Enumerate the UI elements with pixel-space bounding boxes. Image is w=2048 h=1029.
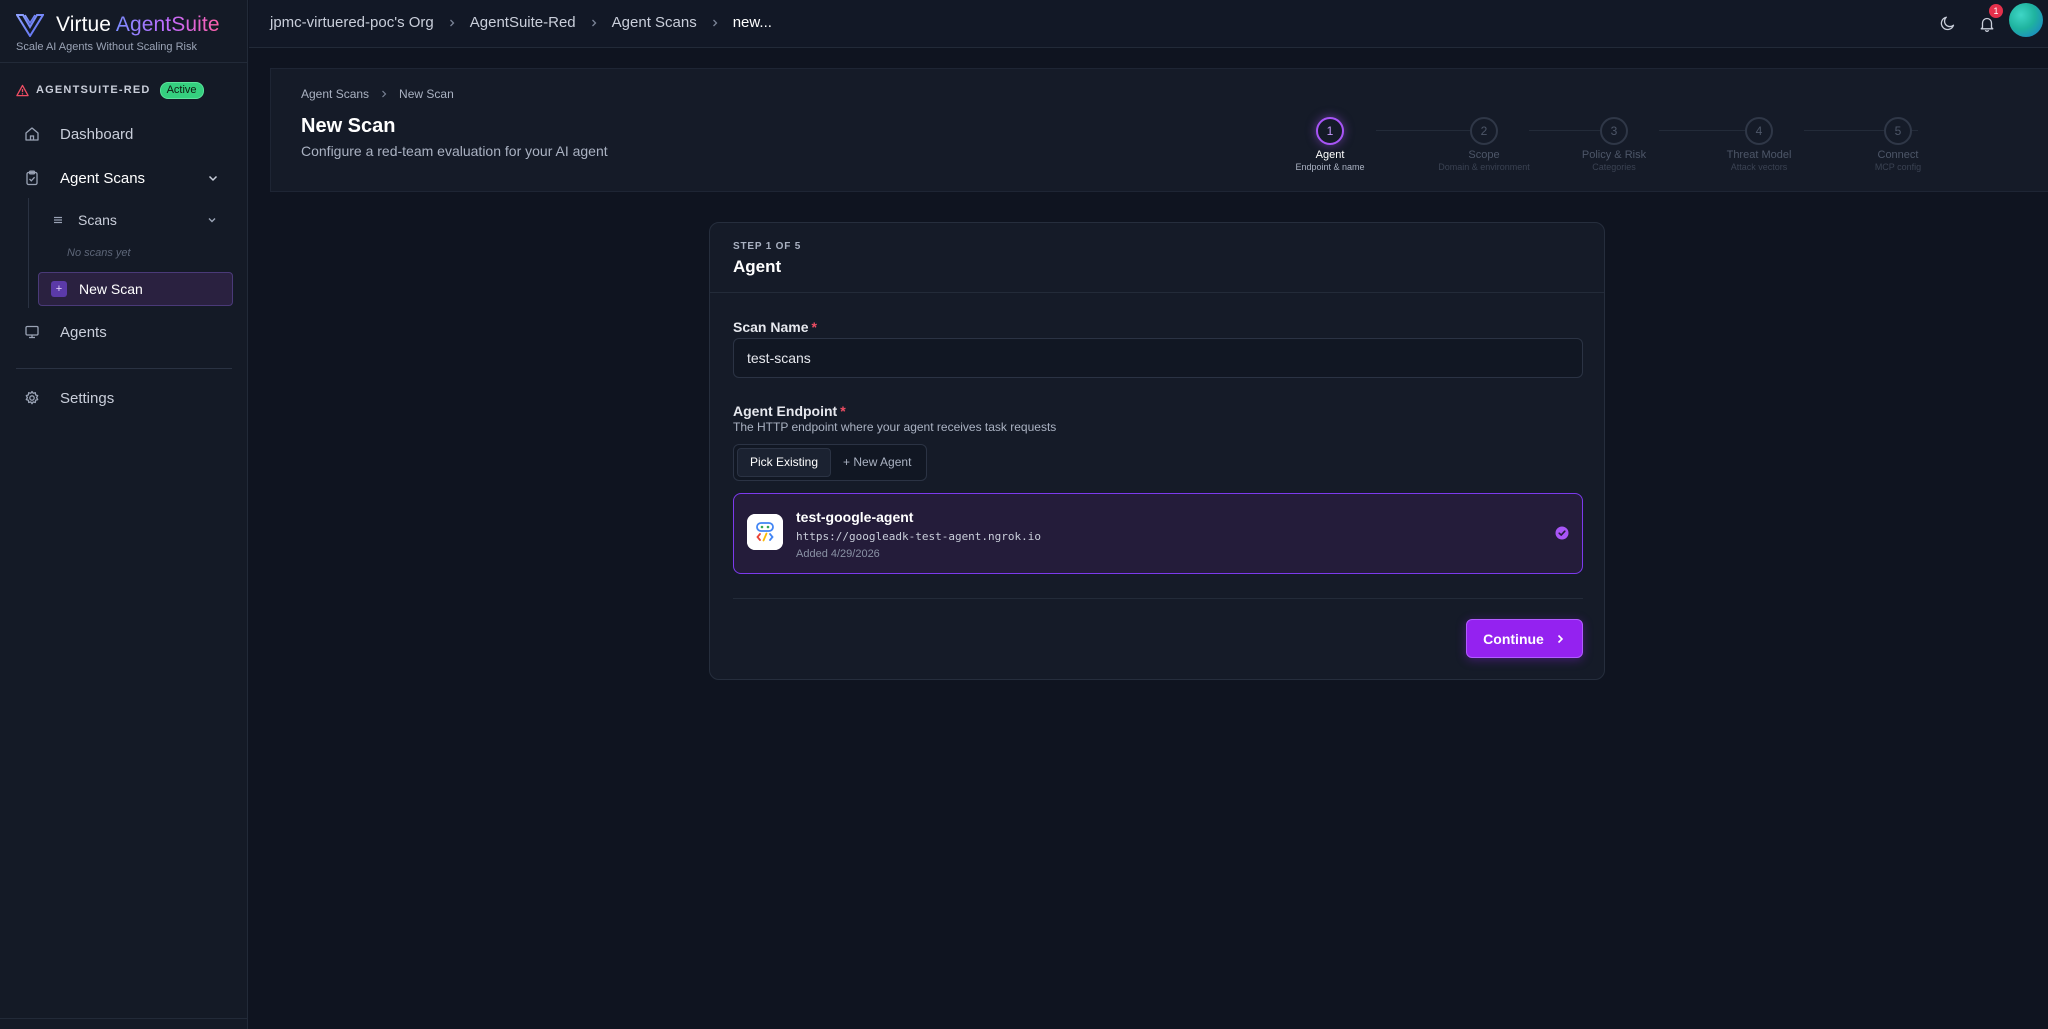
brand-name: Virtue AgentSuite [56, 13, 220, 37]
sidebar-item-label: Scans [78, 212, 117, 228]
step-label: Agent [1315, 149, 1345, 161]
sidebar-item-label: Agents [60, 323, 107, 341]
avatar[interactable] [2009, 3, 2043, 37]
step-counter: STEP 1 OF 5 [733, 241, 802, 252]
step-number: 5 [1884, 117, 1912, 145]
step-desc: Categories [1592, 162, 1636, 172]
chevron-right-icon [712, 19, 718, 26]
top-bar: jpmc-virtuered-poc's Org AgentSuite-Red … [249, 0, 2048, 48]
agent-step-card: STEP 1 OF 5 Agent Scan Name* Agent Endpo… [709, 222, 1605, 680]
scan-name-label: Scan Name * [733, 319, 817, 335]
workspace-name: AGENTSUITE-RED [36, 84, 151, 96]
plus-icon: + [51, 281, 67, 297]
home-icon [25, 127, 39, 141]
card-title: Agent [733, 257, 782, 276]
sidebar-item-label: Agent Scans [60, 169, 146, 187]
brand-tagline: Scale AI Agents Without Scaling Risk [16, 41, 197, 53]
step-number: 3 [1600, 117, 1628, 145]
page-header: Agent Scans New Scan New Scan Configure … [270, 68, 2048, 192]
gear-icon [25, 390, 39, 405]
chevron-right-icon [591, 19, 597, 26]
moon-icon[interactable] [1939, 14, 1957, 32]
sidebar-item-agents[interactable]: Agents [16, 315, 232, 349]
brand[interactable]: Virtue AgentSuite [16, 7, 220, 43]
sidebar-item-label: New Scan [79, 281, 143, 297]
scan-name-input[interactable] [733, 338, 1583, 378]
virtue-logo-icon [16, 14, 44, 37]
monitor-icon [25, 325, 39, 339]
sidebar-item-settings[interactable]: Settings [16, 381, 232, 415]
step-number: 4 [1745, 117, 1773, 145]
step-label: Threat Model [1726, 149, 1792, 161]
divider [0, 62, 248, 63]
card-header: STEP 1 OF 5 Agent [710, 223, 1604, 293]
sidebar-item-agent-scans[interactable]: Agent Scans [16, 161, 232, 195]
step-agent[interactable]: 1 Agent Endpoint & name [1270, 117, 1390, 172]
brand-name-prefix: Virtue [56, 13, 116, 36]
agent-option-selected[interactable]: test-google-agent https://googleadk-test… [733, 493, 1583, 574]
clipboard-icon [26, 170, 38, 186]
required-mark: * [840, 403, 846, 419]
sidebar-item-new-scan[interactable]: + New Scan [38, 272, 233, 306]
empty-scans-text: No scans yet [67, 247, 131, 259]
divider [0, 1018, 248, 1019]
chevron-down-icon[interactable] [206, 171, 220, 185]
warning-icon [16, 84, 29, 96]
step-scope[interactable]: 2 Scope Domain & environment [1424, 117, 1544, 172]
step-policy-risk[interactable]: 3 Policy & Risk Categories [1554, 117, 1674, 172]
breadcrumb-workspace[interactable]: AgentSuite-Red [470, 14, 576, 31]
breadcrumb-current: new... [732, 14, 772, 31]
chevron-down-icon[interactable] [206, 214, 218, 226]
breadcrumb-org[interactable]: jpmc-virtuered-poc's Org [270, 14, 434, 31]
step-desc: Endpoint & name [1295, 162, 1365, 172]
sidebar-item-label: Dashboard [60, 125, 134, 143]
breadcrumb-agent-scans[interactable]: Agent Scans [612, 14, 697, 31]
agent-name: test-google-agent [796, 509, 914, 525]
wizard-stepper: 1 Agent Endpoint & name 2 Scope Domain &… [271, 69, 2048, 191]
chevron-right-icon [1557, 634, 1563, 643]
agent-url: https://googleadk-test-agent.ngrok.io [796, 530, 1042, 543]
divider [733, 598, 1583, 599]
breadcrumb: jpmc-virtuered-poc's Org AgentSuite-Red … [270, 14, 772, 31]
step-label: Scope [1468, 149, 1500, 161]
agent-endpoint-label: Agent Endpoint * [733, 403, 846, 419]
google-adk-icon [747, 514, 783, 550]
step-label: Policy & Risk [1581, 149, 1647, 161]
step-desc: Attack vectors [1730, 162, 1788, 172]
brand-name-accent: AgentSuite [115, 13, 220, 36]
agent-endpoint-help: The HTTP endpoint where your agent recei… [733, 420, 1057, 434]
required-mark: * [811, 319, 817, 335]
agent-added-date: Added 4/29/2026 [796, 548, 880, 560]
list-icon [54, 216, 62, 224]
status-badge: Active [159, 81, 204, 99]
chevron-right-icon [449, 19, 455, 26]
agent-endpoint-label-text: Agent Endpoint [733, 403, 838, 419]
tab-pick-existing[interactable]: Pick Existing [737, 448, 832, 477]
step-connect[interactable]: 5 Connect MCP config [1838, 117, 1958, 172]
step-desc: MCP config [1874, 162, 1922, 172]
notification-count-badge: 1 [1989, 4, 2003, 18]
step-desc: Domain & environment [1438, 162, 1530, 172]
sidebar-item-dashboard[interactable]: Dashboard [16, 117, 232, 151]
subnav-guide [28, 198, 29, 308]
tab-new-agent[interactable]: + New Agent [831, 448, 923, 477]
sidebar-item-label: Settings [60, 389, 115, 407]
step-label: Connect [1877, 149, 1919, 161]
sidebar: Virtue AgentSuite Scale AI Agents Withou… [0, 0, 248, 1029]
notifications-button[interactable]: 1 [1978, 4, 2003, 34]
endpoint-mode-toggle: Pick Existing + New Agent [733, 444, 928, 481]
sidebar-item-scans[interactable]: Scans [38, 207, 232, 233]
continue-button[interactable]: Continue [1466, 619, 1583, 658]
check-circle-icon [1555, 526, 1569, 540]
scan-name-label-text: Scan Name [733, 319, 809, 335]
divider [16, 368, 232, 369]
step-threat-model[interactable]: 4 Threat Model Attack vectors [1699, 117, 1819, 172]
continue-button-label: Continue [1483, 630, 1544, 647]
step-number: 2 [1470, 117, 1498, 145]
step-number: 1 [1316, 117, 1344, 145]
workspace-indicator: AGENTSUITE-RED Active [16, 81, 204, 99]
